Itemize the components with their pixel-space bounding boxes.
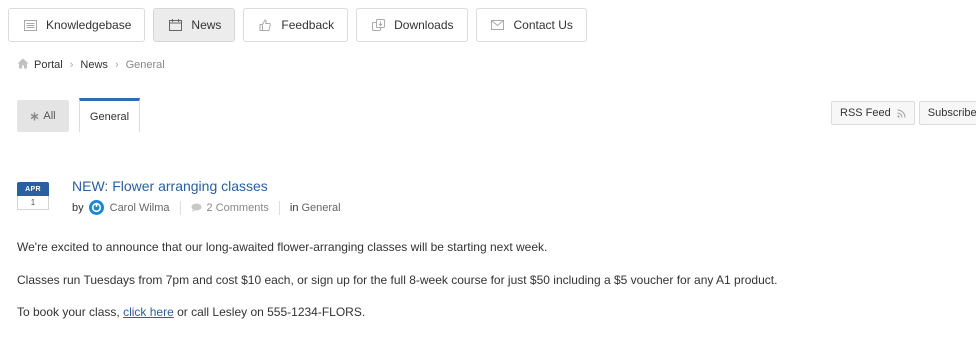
rss-feed-button[interactable]: RSS Feed bbox=[831, 101, 915, 125]
breadcrumb: Portal › News › General bbox=[17, 58, 165, 72]
breadcrumb-separator: › bbox=[114, 59, 119, 71]
category-tabs: All General bbox=[17, 98, 140, 132]
rss-feed-label: RSS Feed bbox=[840, 107, 891, 119]
tab-all-label: All bbox=[43, 110, 56, 122]
article-category-prefix: in bbox=[289, 201, 299, 214]
meta-divider bbox=[278, 200, 280, 215]
article-meta: by Carol Wilma 2 Comments in General bbox=[72, 200, 341, 215]
rss-icon bbox=[897, 109, 906, 118]
article-paragraph-3: To book your class, click here or call L… bbox=[17, 305, 365, 319]
breadcrumb-separator: › bbox=[69, 59, 74, 71]
article-date-month: APR bbox=[17, 182, 49, 196]
thumbs-up-icon bbox=[258, 18, 272, 32]
article-category-link[interactable]: General bbox=[301, 202, 340, 214]
nav-downloads-button[interactable]: Downloads bbox=[356, 8, 468, 42]
article-title-link[interactable]: NEW: Flower arranging classes bbox=[72, 178, 372, 194]
nav-feedback-label: Feedback bbox=[281, 18, 335, 32]
article-author-link[interactable]: Carol Wilma bbox=[110, 202, 170, 214]
nav-downloads-label: Downloads bbox=[394, 18, 454, 32]
subscribe-label: Subscribe bbox=[927, 107, 976, 119]
tab-general-label: General bbox=[89, 110, 130, 123]
downloads-icon bbox=[371, 18, 385, 32]
meta-divider bbox=[179, 200, 181, 215]
top-navigation: Knowledgebase News Feedback Downloads Co… bbox=[8, 8, 595, 42]
article-date-badge: APR 1 bbox=[17, 182, 49, 210]
tab-general[interactable]: General bbox=[79, 98, 140, 132]
knowledgebase-icon bbox=[23, 18, 37, 32]
subscribe-button[interactable]: Subscribe bbox=[918, 101, 976, 125]
comment-icon bbox=[191, 203, 202, 212]
nav-knowledgebase-label: Knowledgebase bbox=[46, 18, 132, 32]
breadcrumb-current: General bbox=[125, 59, 165, 71]
article-paragraph-1: We're excited to announce that our long-… bbox=[17, 240, 548, 254]
nav-contact-us-button[interactable]: Contact Us bbox=[475, 8, 587, 42]
author-avatar bbox=[88, 200, 104, 215]
article-comments-link[interactable]: 2 Comments bbox=[191, 202, 269, 214]
breadcrumb-news-link[interactable]: News bbox=[80, 59, 108, 71]
nav-knowledgebase-button[interactable]: Knowledgebase bbox=[8, 8, 146, 42]
envelope-icon bbox=[491, 18, 505, 32]
article-by-label: by bbox=[72, 201, 84, 214]
article-date-day: 1 bbox=[17, 196, 49, 210]
feed-actions: RSS Feed Subscribe bbox=[831, 101, 976, 125]
nav-news-button[interactable]: News bbox=[153, 8, 236, 42]
paragraph-3-text-after: or call Lesley on 555-1234-FLORS. bbox=[173, 305, 366, 319]
breadcrumb-portal-link[interactable]: Portal bbox=[34, 59, 63, 71]
paragraph-3-text-before: To book your class, bbox=[17, 305, 124, 319]
article-comments-label: 2 Comments bbox=[206, 201, 269, 214]
nav-news-label: News bbox=[191, 18, 222, 32]
asterisk-icon bbox=[30, 112, 39, 121]
tab-all[interactable]: All bbox=[17, 100, 69, 132]
article-paragraph-2: Classes run Tuesdays from 7pm and cost $… bbox=[17, 273, 778, 287]
nav-contact-us-label: Contact Us bbox=[513, 18, 573, 32]
calendar-icon bbox=[168, 18, 182, 32]
nav-feedback-button[interactable]: Feedback bbox=[243, 8, 349, 42]
home-icon[interactable] bbox=[17, 58, 29, 72]
click-here-link[interactable]: click here bbox=[123, 305, 174, 319]
